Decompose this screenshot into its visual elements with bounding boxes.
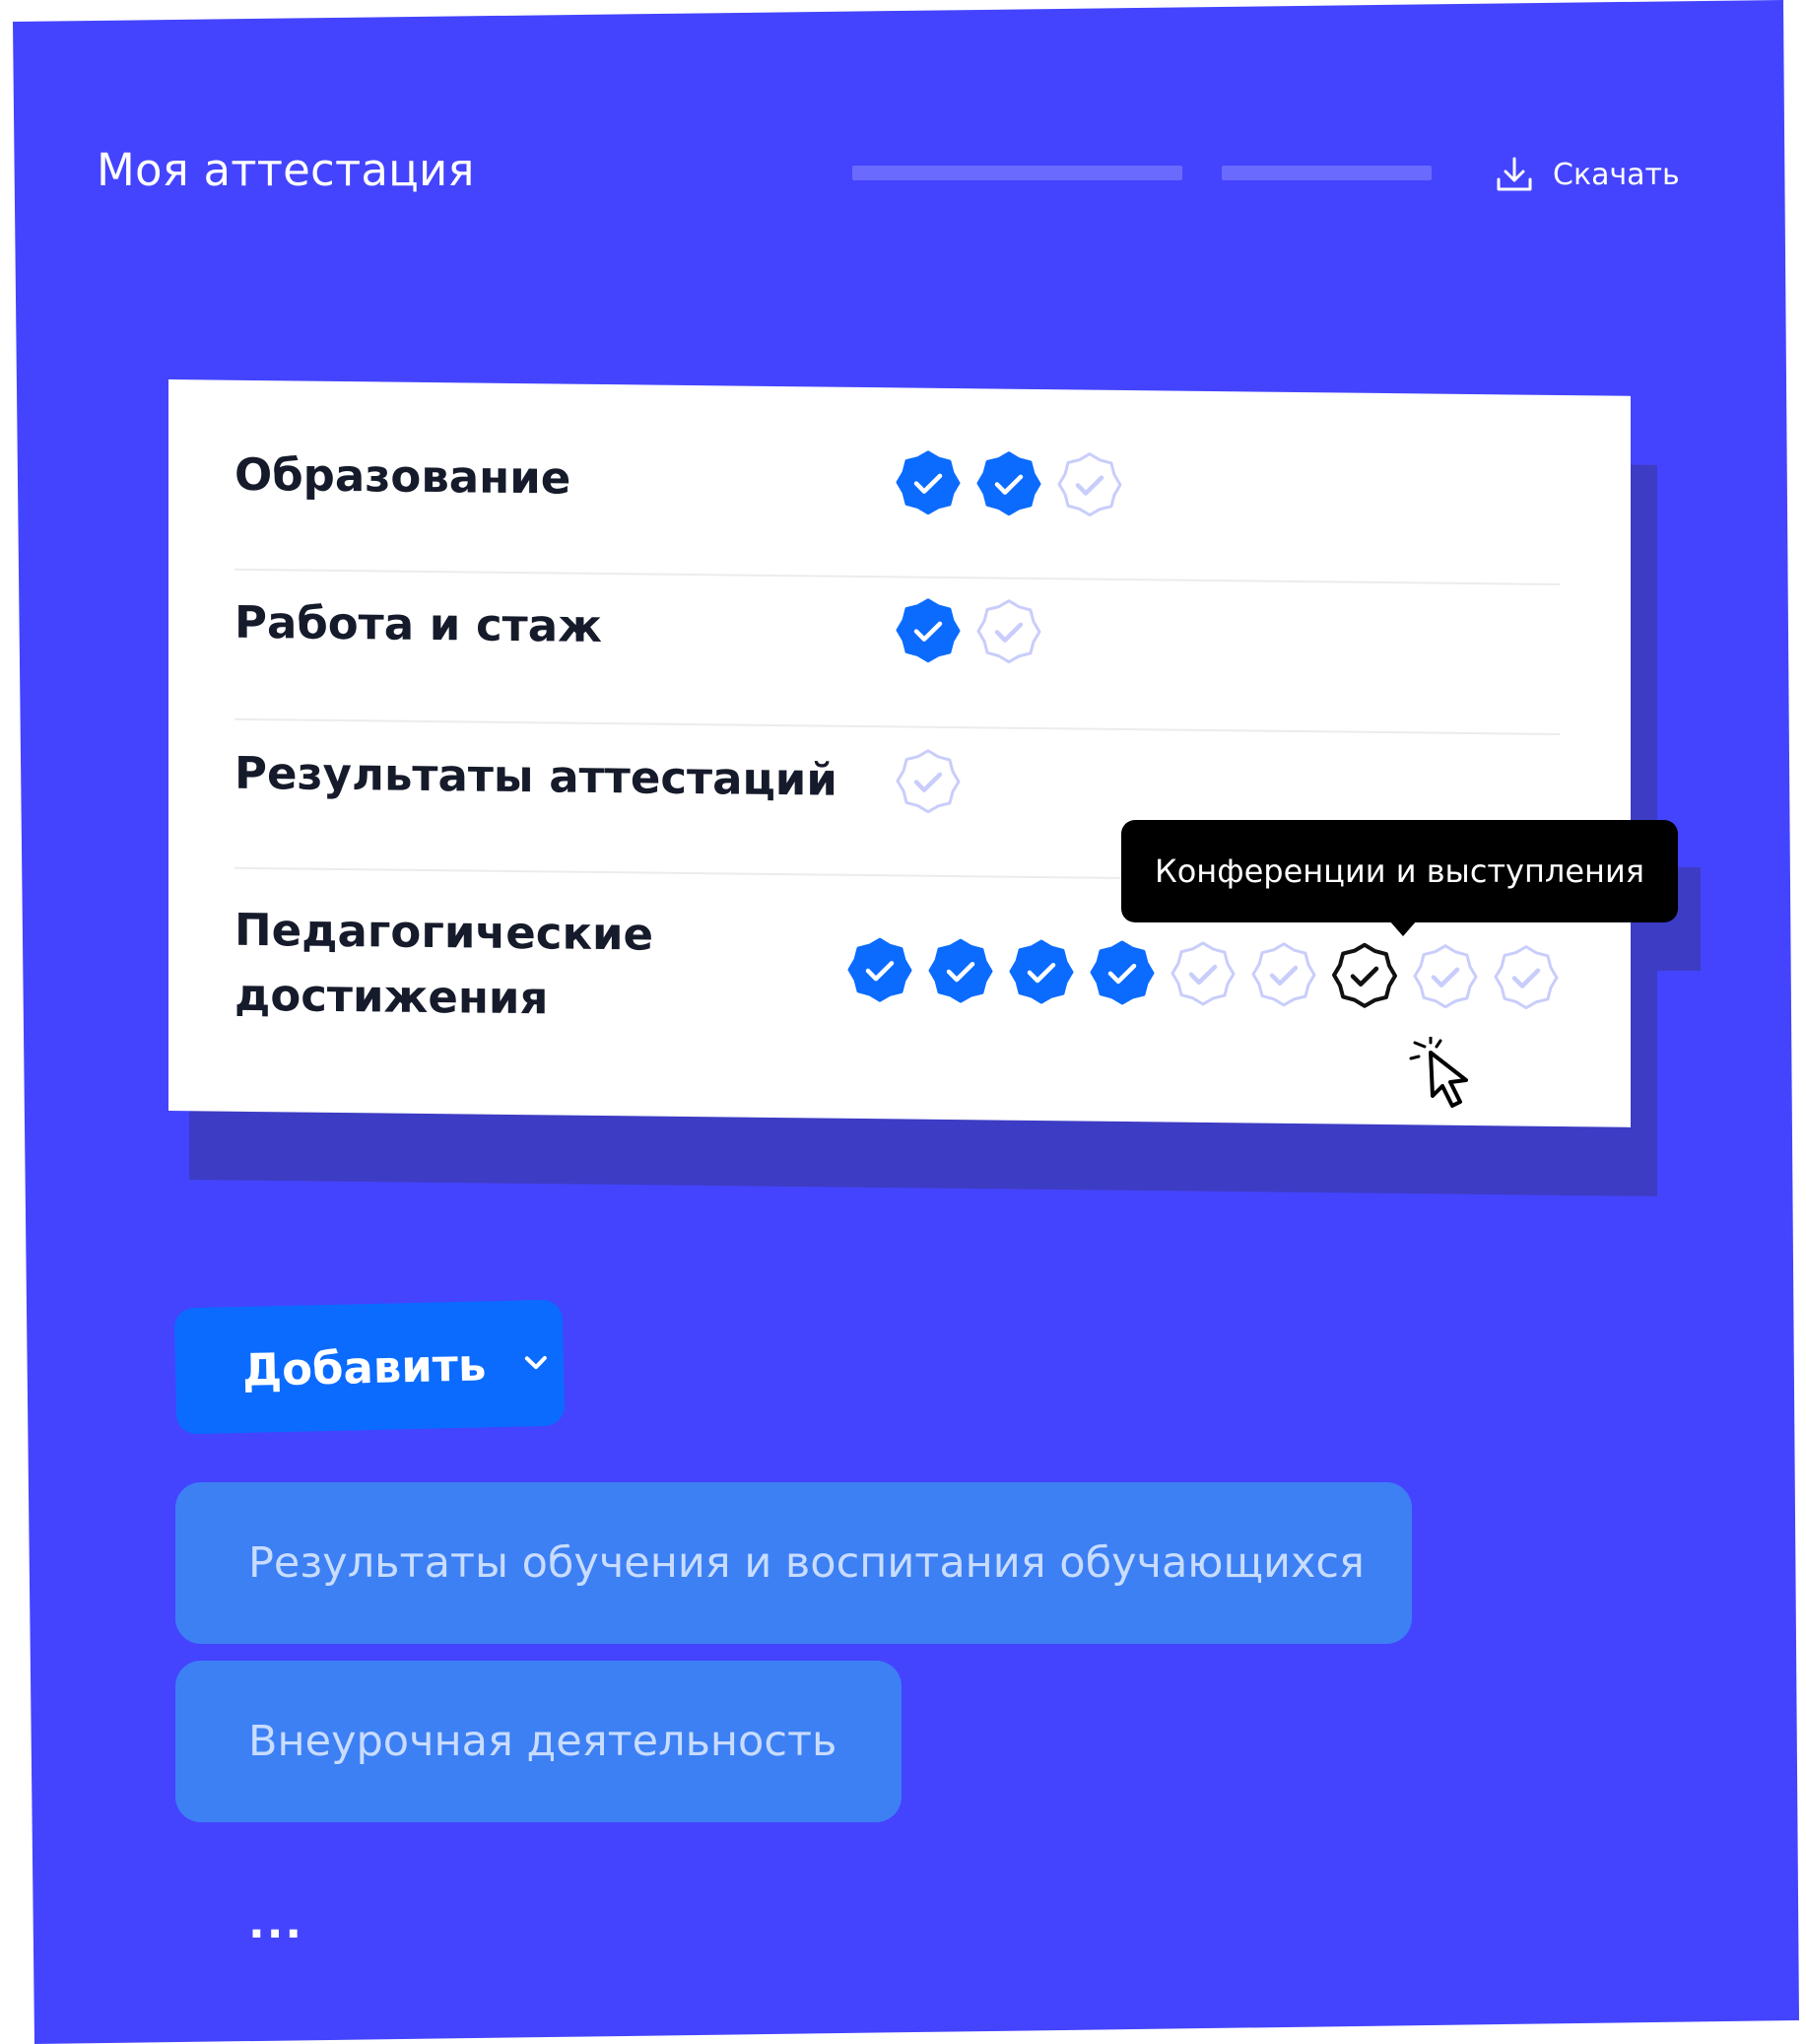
- category-label: Работа и стаж: [234, 595, 602, 652]
- check-badge-empty-icon[interactable]: [895, 747, 962, 815]
- row-divider: [234, 568, 1560, 586]
- tooltip: Конференции и выступления: [1121, 820, 1678, 936]
- download-button[interactable]: Скачать: [1494, 154, 1680, 195]
- menu-option[interactable]: Внеурочная деятельность: [175, 1661, 902, 1822]
- category-label: Результаты аттестаций: [234, 746, 837, 806]
- download-label: Скачать: [1553, 157, 1680, 192]
- category-label: Образование: [234, 447, 571, 505]
- category-label: Педагогические достижения: [234, 903, 654, 1025]
- check-badge-empty-icon[interactable]: [975, 597, 1042, 665]
- header-placeholder-bar-2: [1222, 166, 1432, 180]
- badge-group: [895, 448, 1123, 518]
- category-row-work: Работа и стаж: [234, 589, 1560, 671]
- check-badge-hovered-icon[interactable]: [1331, 941, 1398, 1009]
- check-badge-filled-icon[interactable]: [846, 936, 913, 1004]
- check-badge-filled-icon[interactable]: [975, 449, 1042, 517]
- check-badge-filled-icon[interactable]: [1008, 938, 1075, 1006]
- add-dropdown-button[interactable]: Добавить: [173, 1299, 566, 1435]
- add-button-label: Добавить: [241, 1337, 487, 1397]
- category-row-education: Образование: [234, 442, 1560, 523]
- row-divider: [234, 717, 1560, 736]
- check-badge-empty-icon[interactable]: [1170, 940, 1237, 1008]
- check-badge-empty-icon[interactable]: [1250, 940, 1317, 1008]
- download-icon: [1497, 157, 1532, 191]
- badge-group: [846, 936, 1560, 1011]
- category-row-results: Результаты аттестаций: [234, 740, 1560, 822]
- check-badge-empty-icon[interactable]: [1493, 943, 1560, 1011]
- check-badge-filled-icon[interactable]: [895, 596, 962, 664]
- badge-group: [895, 596, 1042, 665]
- chevron-down-icon: [525, 1355, 548, 1370]
- check-badge-empty-icon[interactable]: [1412, 942, 1479, 1010]
- more-options[interactable]: ...: [248, 1902, 303, 1945]
- header-placeholder-bar-1: [852, 166, 1182, 180]
- mouse-pointer-icon: [1409, 1037, 1468, 1108]
- page-title: Моя аттестация: [97, 144, 475, 196]
- check-badge-filled-icon[interactable]: [895, 448, 962, 516]
- attestation-card: Образование Работа и стаж Результаты атт…: [168, 379, 1631, 1127]
- menu-option[interactable]: Результаты обучения и воспитания обучающ…: [175, 1482, 1412, 1644]
- check-badge-empty-icon[interactable]: [1056, 450, 1123, 518]
- check-badge-filled-icon[interactable]: [927, 937, 994, 1005]
- check-badge-filled-icon[interactable]: [1089, 939, 1156, 1007]
- badge-group: [895, 747, 962, 815]
